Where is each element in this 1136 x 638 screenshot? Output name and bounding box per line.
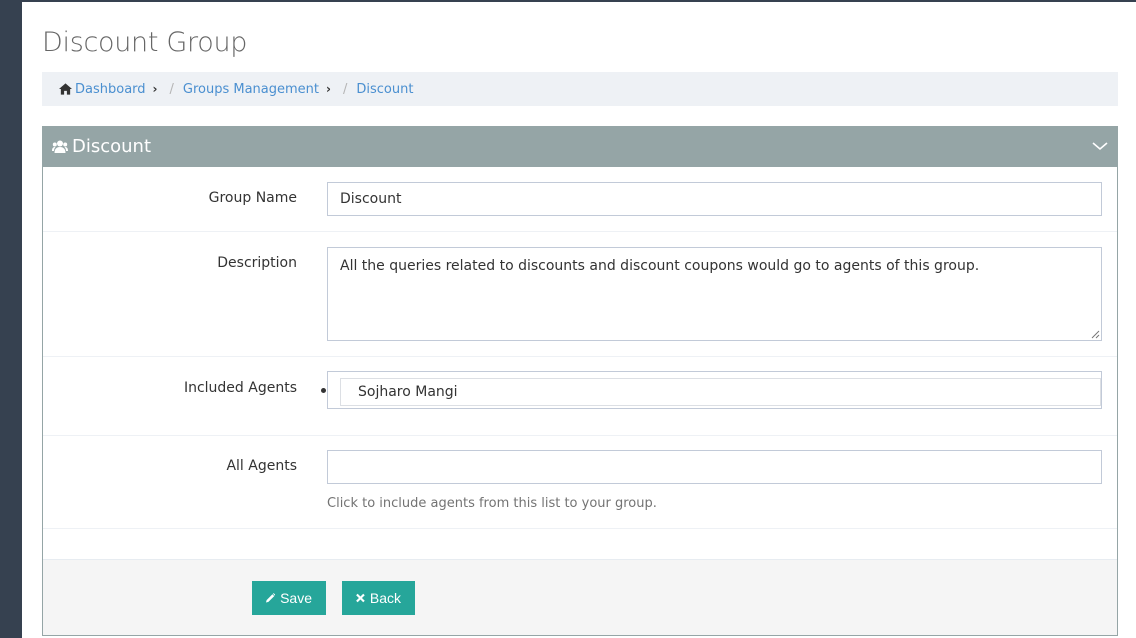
breadcrumb: Dashboard › / Groups Management › / Disc…	[42, 72, 1118, 106]
breadcrumb-separator: /	[342, 81, 348, 97]
home-icon	[59, 82, 72, 95]
back-button[interactable]: Back	[342, 581, 415, 615]
all-agents-row: All Agents Click to include agents from …	[43, 436, 1117, 529]
breadcrumb-groups-management-link[interactable]: Groups Management	[183, 82, 319, 97]
group-name-input[interactable]: Discount	[327, 182, 1102, 216]
chevron-down-icon[interactable]	[1092, 139, 1108, 153]
breadcrumb-discount-link[interactable]: Discount	[356, 82, 413, 97]
included-agents-list: Sojharo Mangi	[321, 371, 1102, 409]
all-agents-input[interactable]	[327, 450, 1102, 484]
sidebar-edge	[0, 0, 22, 638]
description-row: Description All the queries related to d…	[43, 232, 1117, 357]
description-label: Description	[217, 255, 297, 271]
back-label: Back	[369, 590, 401, 606]
included-agents-label: Included Agents	[183, 380, 297, 396]
users-icon	[52, 140, 68, 153]
save-button[interactable]: Save	[252, 581, 326, 615]
portlet-header: Discount	[42, 126, 1118, 167]
page-title: Discount Group	[42, 27, 248, 58]
portlet-title: Discount	[72, 136, 152, 157]
included-agents-row: Included Agents Sojharo Mangi	[43, 357, 1117, 436]
breadcrumb-separator: /	[169, 81, 174, 97]
page-content: Discount Group Dashboard › / Groups Mana…	[42, 0, 1118, 638]
form-actions: Save Back	[43, 559, 1117, 635]
list-item[interactable]: Sojharo Mangi	[340, 378, 1101, 406]
list-bullet	[321, 388, 326, 393]
times-icon	[356, 593, 365, 603]
all-agents-label: All Agents	[226, 458, 297, 474]
group-name-row: Group Name Discount	[43, 167, 1117, 232]
resize-grip-icon[interactable]	[1091, 330, 1100, 339]
description-textarea[interactable]: All the queries related to discounts and…	[327, 247, 1102, 341]
discount-portlet: Discount Group Name Discount Description…	[42, 126, 1118, 636]
chevron-right-icon: ›	[152, 82, 158, 96]
breadcrumb-dashboard-link[interactable]: Dashboard	[75, 82, 146, 97]
all-agents-help-text: Click to include agents from this list t…	[327, 496, 657, 511]
save-label: Save	[280, 590, 312, 606]
group-name-label: Group Name	[208, 190, 297, 206]
chevron-right-icon: ›	[326, 82, 331, 96]
description-text: All the queries related to discounts and…	[340, 258, 980, 274]
pencil-icon	[266, 593, 276, 603]
